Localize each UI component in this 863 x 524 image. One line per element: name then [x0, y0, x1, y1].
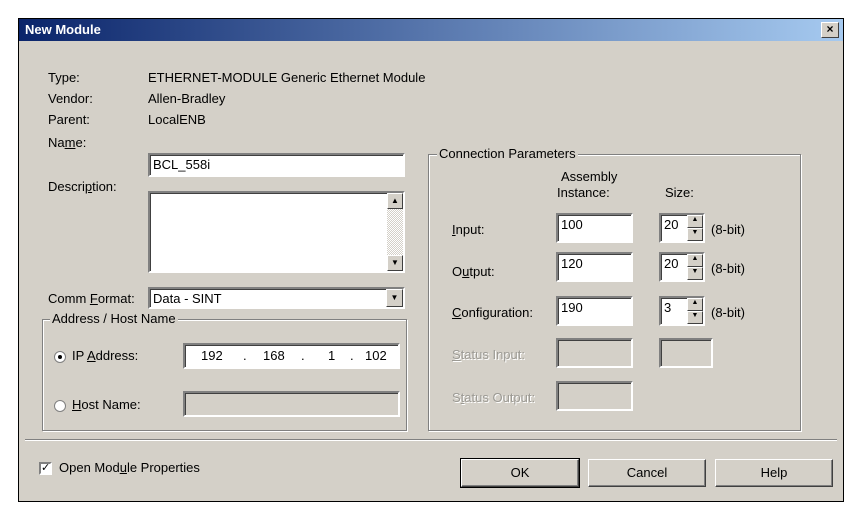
comm-format-label: Comm Format: — [48, 291, 135, 306]
spin-up-icon[interactable]: ▲ — [687, 254, 703, 267]
spin-up-icon[interactable]: ▲ — [687, 215, 703, 228]
name-value: BCL_558i — [153, 157, 211, 172]
type-label: Type: — [48, 70, 80, 85]
spin-up-icon[interactable]: ▲ — [687, 298, 703, 311]
ip-octet-3: 1 — [328, 348, 336, 363]
status-input-label: Status Input: — [452, 347, 525, 362]
ip-dot-1: . — [243, 348, 247, 363]
configuration-size-spinner[interactable]: ▲ ▼ — [687, 298, 703, 324]
scroll-down-icon[interactable]: ▼ — [387, 255, 403, 271]
output-label: Output: — [452, 264, 495, 279]
input-unit: (8-bit) — [711, 222, 745, 237]
ip-octet-4: 102 — [365, 348, 387, 363]
ip-octet-1: 192 — [201, 348, 223, 363]
ip-octet-2: 168 — [263, 348, 285, 363]
parent-label: Parent: — [48, 112, 90, 127]
status-output-label: Status Output: — [452, 390, 536, 405]
bottom-separator — [25, 439, 837, 441]
spin-down-icon[interactable]: ▼ — [687, 228, 703, 241]
comm-format-select[interactable]: Data - SINT ▼ — [148, 287, 405, 309]
host-name-label: Host Name: — [72, 397, 141, 412]
comm-format-value: Data - SINT — [153, 291, 222, 306]
description-label: Description: — [48, 179, 117, 194]
type-value: ETHERNET-MODULE Generic Ethernet Module — [148, 70, 426, 85]
configuration-label: Configuration: — [452, 305, 533, 320]
title-bar: New Module × — [19, 19, 843, 41]
description-input[interactable]: ▲ ▼ — [148, 191, 405, 273]
ip-address-radio[interactable] — [54, 351, 66, 363]
configuration-instance-field[interactable]: 190 — [556, 296, 633, 326]
checkmark-icon: ✓ — [41, 462, 51, 474]
description-scrollbar[interactable]: ▲ ▼ — [387, 193, 403, 271]
ip-address-input[interactable]: 192 . 168 . 1 . 102 — [183, 343, 400, 369]
name-label: Name: — [48, 135, 87, 150]
configuration-unit: (8-bit) — [711, 305, 745, 320]
status-input-field[interactable] — [556, 338, 633, 368]
spin-down-icon[interactable]: ▼ — [687, 311, 703, 324]
name-input[interactable]: BCL_558i — [148, 153, 405, 177]
instance-header: Instance: — [557, 185, 610, 200]
size-header: Size: — [665, 185, 694, 200]
input-label: Input: — [452, 222, 485, 237]
connection-params-title: Connection Parameters — [437, 146, 578, 161]
window-title: New Module — [25, 22, 101, 37]
ip-dot-2: . — [301, 348, 305, 363]
status-output-field[interactable] — [556, 381, 633, 411]
vendor-value: Allen-Bradley — [148, 91, 226, 106]
open-module-properties-label: Open Module Properties — [59, 460, 200, 475]
host-name-input[interactable] — [183, 391, 400, 417]
chevron-down-icon[interactable]: ▼ — [386, 289, 403, 307]
close-button[interactable]: × — [821, 22, 839, 38]
scroll-up-icon[interactable]: ▲ — [387, 193, 403, 209]
ok-button[interactable]: OK — [460, 458, 580, 488]
open-module-properties-checkbox[interactable]: ✓ — [39, 462, 52, 475]
output-size-spinner[interactable]: ▲ ▼ — [687, 254, 703, 280]
new-module-dialog: New Module × Type: ETHERNET-MODULE Gener… — [18, 18, 844, 502]
assembly-header: Assembly — [561, 169, 618, 184]
input-size-spinner[interactable]: ▲ ▼ — [687, 215, 703, 241]
spin-down-icon[interactable]: ▼ — [687, 267, 703, 280]
host-name-radio[interactable] — [54, 400, 66, 412]
parent-value: LocalENB — [148, 112, 206, 127]
close-icon: × — [826, 22, 834, 36]
ip-address-label: IP Address: — [72, 348, 139, 363]
vendor-label: Vendor: — [48, 91, 93, 106]
input-instance-field[interactable]: 100 — [556, 213, 633, 243]
help-button[interactable]: Help — [715, 459, 833, 487]
output-unit: (8-bit) — [711, 261, 745, 276]
address-group-title: Address / Host Name — [50, 311, 178, 326]
status-input-size-field[interactable] — [659, 338, 713, 368]
ip-dot-3: . — [350, 348, 354, 363]
cancel-button[interactable]: Cancel — [588, 459, 706, 487]
output-instance-field[interactable]: 120 — [556, 252, 633, 282]
